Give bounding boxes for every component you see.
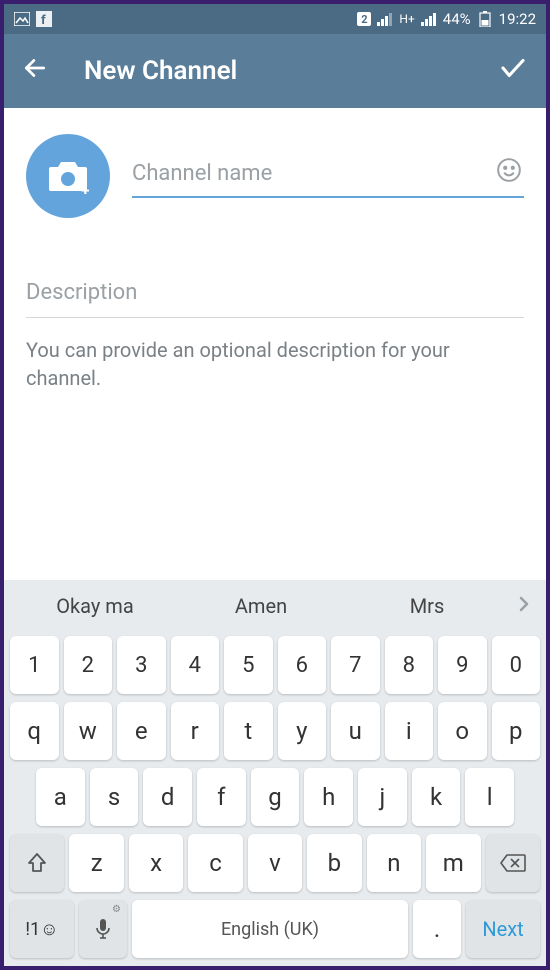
key-9[interactable]: 9 xyxy=(438,636,487,694)
suggestion-bar: Okay ma Amen Mrs xyxy=(4,580,546,632)
soft-keyboard: Okay ma Amen Mrs 1 2 3 4 5 6 7 8 9 0 q w… xyxy=(4,580,546,966)
key-v[interactable]: v xyxy=(248,834,302,892)
suggestions-more-button[interactable] xyxy=(510,594,538,619)
backspace-key[interactable] xyxy=(486,834,540,892)
shift-key[interactable] xyxy=(10,834,64,892)
period-key[interactable]: . xyxy=(413,900,461,958)
key-s[interactable]: s xyxy=(90,768,139,826)
battery-icon xyxy=(477,11,493,27)
sim-indicator: 2 xyxy=(357,12,371,26)
key-m[interactable]: m xyxy=(426,834,480,892)
microphone-icon xyxy=(94,917,112,941)
key-n[interactable]: n xyxy=(367,834,421,892)
key-row-1: q w e r t y u i o p xyxy=(4,698,546,764)
key-3[interactable]: 3 xyxy=(117,636,166,694)
description-hint: You can provide an optional description … xyxy=(26,336,524,392)
channel-name-input[interactable] xyxy=(132,155,524,198)
key-b[interactable]: b xyxy=(307,834,361,892)
suggestion-2[interactable]: Amen xyxy=(178,594,344,618)
key-z[interactable]: z xyxy=(69,834,123,892)
key-r[interactable]: r xyxy=(171,702,220,760)
image-icon xyxy=(14,11,30,27)
description-input[interactable] xyxy=(26,274,524,318)
key-k[interactable]: k xyxy=(412,768,461,826)
network-type: H+ xyxy=(399,12,414,26)
key-w[interactable]: w xyxy=(64,702,113,760)
suggestion-3[interactable]: Mrs xyxy=(344,594,510,618)
back-button[interactable] xyxy=(22,55,48,88)
key-row-3: z x c v b n m xyxy=(4,830,546,896)
clock-text: 19:22 xyxy=(499,10,536,28)
key-1[interactable]: 1 xyxy=(10,636,59,694)
key-t[interactable]: t xyxy=(224,702,273,760)
page-title: New Channel xyxy=(84,56,237,86)
app-bar: New Channel xyxy=(4,34,546,108)
mic-key[interactable]: ⚙ xyxy=(79,900,127,958)
status-bar: f 2 H+ 44% 19:22 xyxy=(4,4,546,34)
key-row-numbers: 1 2 3 4 5 6 7 8 9 0 xyxy=(4,632,546,698)
key-row-bottom: !1☺ ⚙ English (UK) . Next xyxy=(4,896,546,966)
key-o[interactable]: o xyxy=(438,702,487,760)
signal-2-icon xyxy=(421,11,437,27)
key-u[interactable]: u xyxy=(331,702,380,760)
key-q[interactable]: q xyxy=(10,702,59,760)
suggestion-1[interactable]: Okay ma xyxy=(12,594,178,618)
key-8[interactable]: 8 xyxy=(385,636,434,694)
key-p[interactable]: p xyxy=(492,702,541,760)
confirm-button[interactable] xyxy=(498,53,528,90)
key-7[interactable]: 7 xyxy=(331,636,380,694)
key-h[interactable]: h xyxy=(304,768,353,826)
key-e[interactable]: e xyxy=(117,702,166,760)
key-g[interactable]: g xyxy=(251,768,300,826)
key-5[interactable]: 5 xyxy=(224,636,273,694)
key-l[interactable]: l xyxy=(465,768,514,826)
content-area: + You can provide an optional descriptio… xyxy=(4,108,546,392)
key-c[interactable]: c xyxy=(188,834,242,892)
signal-icon xyxy=(377,11,393,27)
battery-text: 44% xyxy=(443,10,471,28)
backspace-icon xyxy=(499,853,527,873)
key-6[interactable]: 6 xyxy=(278,636,327,694)
gear-icon: ⚙ xyxy=(112,904,121,915)
symbols-key[interactable]: !1☺ xyxy=(10,900,74,958)
add-photo-button[interactable]: + xyxy=(26,134,110,218)
emoji-button[interactable] xyxy=(496,157,522,187)
svg-text:+: + xyxy=(81,181,89,194)
next-key[interactable]: Next xyxy=(466,900,540,958)
key-2[interactable]: 2 xyxy=(64,636,113,694)
key-f[interactable]: f xyxy=(197,768,246,826)
svg-text:f: f xyxy=(41,13,46,27)
key-4[interactable]: 4 xyxy=(171,636,220,694)
shift-icon xyxy=(25,851,49,875)
key-x[interactable]: x xyxy=(129,834,183,892)
key-d[interactable]: d xyxy=(143,768,192,826)
camera-icon: + xyxy=(47,158,89,194)
space-key[interactable]: English (UK) xyxy=(132,900,408,958)
key-j[interactable]: j xyxy=(358,768,407,826)
key-y[interactable]: y xyxy=(278,702,327,760)
key-0[interactable]: 0 xyxy=(492,636,541,694)
key-row-2: a s d f g h j k l xyxy=(4,764,546,830)
key-i[interactable]: i xyxy=(385,702,434,760)
key-a[interactable]: a xyxy=(36,768,85,826)
facebook-icon: f xyxy=(36,11,52,27)
